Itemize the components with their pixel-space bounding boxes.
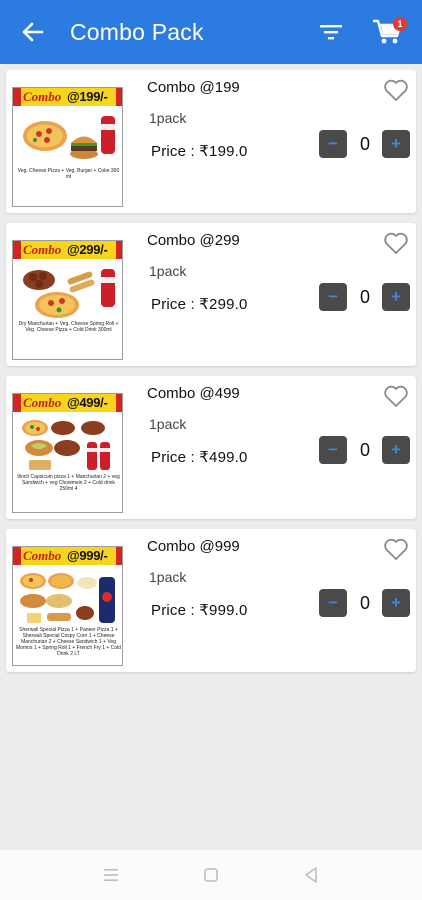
recent-apps-button[interactable]: [101, 865, 121, 885]
home-button[interactable]: [201, 865, 221, 885]
banner-edge: [13, 547, 21, 565]
increase-quantity-button[interactable]: +: [382, 436, 410, 464]
banner-label: Combo: [23, 395, 62, 410]
banner-edge: [13, 394, 21, 412]
banner-edge: [116, 241, 122, 259]
banner-price: @199/-: [67, 89, 108, 104]
quantity-count: 0: [359, 440, 370, 460]
menu-icon: [104, 869, 118, 881]
decrease-quantity-button[interactable]: −: [319, 436, 347, 464]
product-image[interactable]: Combo @499/- 9inch Capsicum pizza 1 + Ma…: [12, 393, 123, 513]
image-caption: Dry Manchurian + Veg. Cheese Spring Roll…: [18, 321, 119, 333]
decrease-quantity-button[interactable]: −: [319, 130, 347, 158]
minus-icon: −: [328, 593, 338, 612]
banner-label: Combo: [23, 242, 62, 257]
product-price: Price : ₹299.0: [151, 296, 248, 313]
quantity-count: 0: [359, 593, 370, 613]
banner-price: @499/-: [67, 395, 108, 410]
product-image[interactable]: Combo @999/- Sherwali Special Pizza 1 + …: [12, 546, 123, 666]
banner-price: @299/-: [67, 242, 108, 257]
back-triangle-icon: [305, 867, 317, 883]
plus-icon: +: [391, 593, 401, 612]
plus-icon: +: [391, 134, 401, 153]
favorite-button[interactable]: [383, 537, 409, 561]
heart-icon: [384, 232, 408, 254]
arrow-back-icon: [22, 22, 44, 42]
banner-price: @999/-: [67, 548, 108, 563]
product-card[interactable]: Combo @999/- Sherwali Special Pizza 1 + …: [6, 529, 416, 672]
image-caption: Sherwali Special Pizza 1 + Paneer Pizza …: [16, 627, 121, 657]
quantity-count: 0: [359, 134, 370, 154]
increase-quantity-button[interactable]: +: [382, 589, 410, 617]
product-pack: 1pack: [149, 416, 187, 432]
home-square-icon: [204, 868, 218, 882]
product-price: Price : ₹999.0: [151, 602, 248, 619]
product-image[interactable]: Combo @299/- Dry Manchurian + Veg. Chees…: [12, 240, 123, 360]
system-navigation-bar: [0, 850, 422, 900]
decrease-quantity-button[interactable]: −: [319, 283, 347, 311]
minus-icon: −: [328, 287, 338, 306]
product-card[interactable]: Combo @299/- Dry Manchurian + Veg. Chees…: [6, 223, 416, 366]
back-button[interactable]: [18, 18, 48, 46]
product-name: Combo @299: [147, 232, 240, 249]
favorite-button[interactable]: [383, 384, 409, 408]
product-price: Price : ₹499.0: [151, 449, 248, 466]
product-name: Combo @999: [147, 538, 240, 555]
product-pack: 1pack: [149, 263, 187, 279]
image-caption: Veg. Cheese Pizza + Veg. Burger + Coke 3…: [17, 168, 120, 180]
image-caption: 9inch Capsicum pizza 1 + Manchurian 2 + …: [17, 474, 120, 492]
banner-edge: [116, 394, 122, 412]
app-bar: Combo Pack 1: [0, 0, 422, 64]
banner-edge: [116, 547, 122, 565]
heart-icon: [384, 79, 408, 101]
increase-quantity-button[interactable]: +: [382, 130, 410, 158]
heart-icon: [384, 385, 408, 407]
food-illustration: [23, 116, 115, 159]
banner-edge: [13, 88, 21, 106]
banner-edge: [116, 88, 122, 106]
heart-icon: [384, 538, 408, 560]
increase-quantity-button[interactable]: +: [382, 283, 410, 311]
product-name: Combo @499: [147, 385, 240, 402]
product-pack: 1pack: [149, 110, 187, 126]
food-illustration: [20, 573, 115, 623]
product-name: Combo @199: [147, 79, 240, 96]
filter-icon: [320, 25, 342, 40]
banner-label: Combo: [23, 89, 62, 104]
favorite-button[interactable]: [383, 231, 409, 255]
plus-icon: +: [391, 287, 401, 306]
decrease-quantity-button[interactable]: −: [319, 589, 347, 617]
food-illustration: [23, 269, 115, 318]
banner-label: Combo: [23, 548, 62, 563]
food-illustration: [22, 420, 110, 470]
banner-edge: [13, 241, 21, 259]
product-card[interactable]: Combo @499/- 9inch Capsicum pizza 1 + Ma…: [6, 376, 416, 519]
minus-icon: −: [328, 134, 338, 153]
page-title: Combo Pack: [70, 19, 204, 45]
system-back-button[interactable]: [301, 865, 321, 885]
product-price: Price : ₹199.0: [151, 143, 248, 160]
product-card[interactable]: Combo @199/- Veg. Cheese Pizza + Veg. Bu…: [6, 70, 416, 213]
minus-icon: −: [328, 440, 338, 459]
product-image[interactable]: Combo @199/- Veg. Cheese Pizza + Veg. Bu…: [12, 87, 123, 207]
filter-button[interactable]: [318, 20, 344, 44]
plus-icon: +: [391, 440, 401, 459]
cart-count-badge: 1: [393, 17, 407, 31]
product-pack: 1pack: [149, 569, 187, 585]
favorite-button[interactable]: [383, 78, 409, 102]
quantity-count: 0: [359, 287, 370, 307]
